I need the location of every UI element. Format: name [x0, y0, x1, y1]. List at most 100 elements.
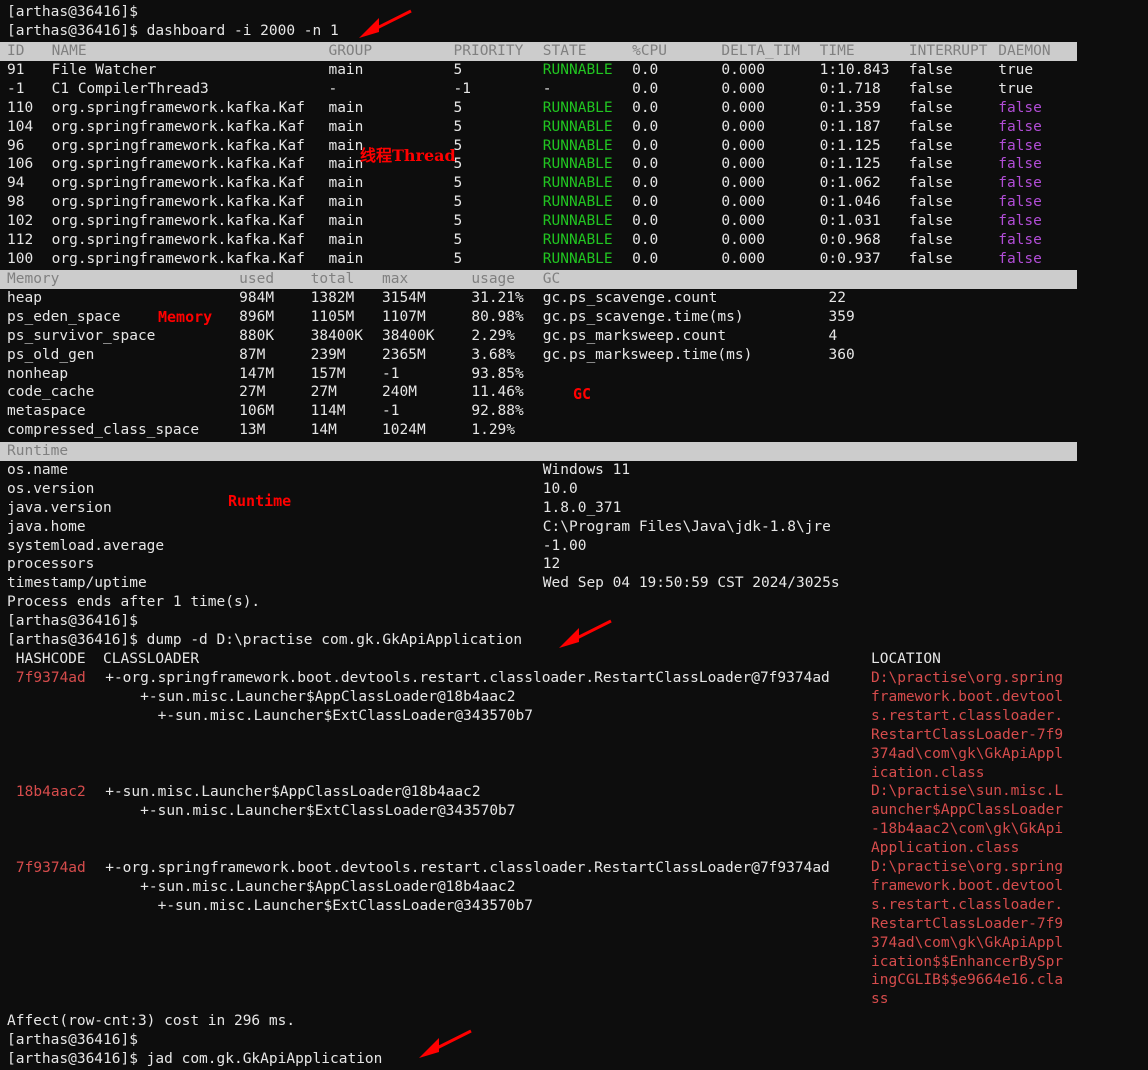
dump-location-line: D:\practise\org.spring	[871, 670, 1064, 686]
memory-col-usage: usage	[471, 271, 516, 287]
thread-delta-time: 0.000	[721, 194, 766, 211]
command-jad[interactable]: [arthas@36416]$ jad com.gk.GkApiApplicat…	[7, 1050, 382, 1069]
thread-interrupt: false	[908, 118, 953, 135]
prompt-line-after-dashboard[interactable]: [arthas@36416]$	[7, 612, 138, 631]
memory-usage: 93.85%	[471, 365, 524, 382]
thread-daemon: false	[998, 118, 1042, 135]
thread-priority: 5	[453, 61, 463, 78]
thread-daemon: false	[998, 250, 1042, 267]
thread-priority: 5	[453, 194, 463, 211]
dump-tree-line: +-sun.misc.Launcher$ExtClassLoader@34357…	[105, 707, 533, 724]
memory-total: 14M	[310, 422, 337, 439]
dump-tree-line: +-sun.misc.Launcher$ExtClassLoader@34357…	[105, 802, 516, 819]
memory-name: ps_old_gen	[7, 346, 95, 363]
dump-location-line: s.restart.classloader.	[871, 896, 1064, 913]
command-text: [arthas@36416]$ dump -d D:\practise com.…	[7, 632, 523, 648]
memory-used: 87M	[239, 346, 266, 363]
thread-cpu: 0.0	[632, 156, 659, 173]
thread-daemon: false	[998, 99, 1042, 116]
memory-total: 114M	[310, 403, 346, 420]
thread-daemon: false	[998, 156, 1042, 173]
runtime-key: os.name	[7, 461, 69, 478]
annotation-label: GC	[573, 385, 592, 403]
thread-delta-time: 0.000	[721, 213, 766, 230]
thread-table-header-bar: ID NAME GROUP PRIORITY STATE %CPU DELTA_TIM TIM…	[0, 42, 1077, 61]
memory-max: -1	[382, 365, 400, 382]
terminal-window[interactable]: [arthas@36416]$ [arthas@36416]$ dashboard…	[0, 0, 1148, 1070]
thread-state: RUNNABLE	[542, 118, 613, 135]
runtime-header-bar-text: Runtime	[7, 443, 69, 459]
thread-id: 104	[7, 118, 34, 135]
dump-location-line: ingCGLIB$$e9664e16.cla	[871, 972, 1064, 989]
process-end-line: Process ends after 1 time(s).	[7, 593, 260, 612]
memory-used: 147M	[239, 365, 275, 382]
dump-location-line: ication.class	[871, 764, 985, 781]
memory-usage: 2.29%	[471, 327, 516, 344]
runtime-key: systemload.average	[7, 537, 165, 554]
memory-name: ps_eden_space	[7, 308, 121, 325]
thread-group: main	[328, 194, 364, 211]
thread-id: 102	[7, 213, 34, 230]
thread-group: main	[328, 175, 364, 192]
dump-tree-line: +-sun.misc.Launcher$AppClassLoader@18b4a…	[105, 688, 516, 705]
memory-usage: 1.29%	[471, 422, 516, 439]
annotation-arrow	[419, 1029, 472, 1058]
thread-col-name: NAME	[51, 43, 87, 59]
runtime-key: processors	[7, 556, 95, 573]
thread-state: RUNNABLE	[542, 232, 613, 248]
annotation-label: Runtime	[228, 492, 292, 510]
thread-time: 0:1.187	[819, 118, 881, 135]
memory-usage: 3.68%	[471, 346, 516, 363]
thread-time: 1:10.843	[819, 61, 890, 78]
thread-time: 0:1.718	[819, 80, 881, 97]
prompt-line-initial[interactable]: [arthas@36416]$	[7, 3, 138, 22]
thread-cpu: 0.0	[632, 137, 659, 154]
command-dashboard[interactable]: [arthas@36416]$ dashboard -i 2000 -n 1	[7, 22, 339, 41]
thread-group: main	[328, 156, 364, 173]
dump-hashcode: 7f9374ad	[15, 670, 86, 686]
thread-cpu: 0.0	[632, 80, 659, 97]
memory-max: 3154M	[382, 289, 426, 306]
thread-interrupt: false	[908, 80, 953, 97]
memory-usage: 92.88%	[471, 403, 524, 420]
thread-interrupt: false	[908, 99, 953, 116]
command-dump[interactable]: [arthas@36416]$ dump -d D:\practise com.…	[7, 631, 522, 650]
dump-tree-line: +-sun.misc.Launcher$ExtClassLoader@34357…	[105, 897, 533, 914]
dump-location-line: framework.boot.devtool	[871, 688, 1064, 705]
memory-usage: 80.98%	[471, 308, 524, 325]
dump-hashcode: 18b4aac2	[15, 784, 86, 800]
dump-location-line: auncher$AppClassLoader	[871, 802, 1064, 819]
thread-id: 100	[7, 250, 34, 267]
gc-key: gc.ps_marksweep.count	[542, 327, 727, 344]
thread-id: 96	[7, 137, 25, 154]
thread-id: 98	[7, 194, 25, 211]
thread-delta-time: 0.000	[721, 232, 766, 248]
thread-state: RUNNABLE	[542, 194, 613, 211]
thread-group: main	[328, 61, 364, 78]
memory-used: 27M	[239, 384, 266, 401]
dump-location-line: Application.class	[871, 840, 1020, 857]
thread-group: main	[328, 99, 364, 116]
dump-location-line: D:\practise\org.spring	[871, 859, 1064, 875]
memory-col-total: total	[310, 271, 355, 287]
process-end-text: Process ends after 1 time(s).	[7, 594, 261, 611]
runtime-header-bar: Runtime	[0, 442, 1077, 461]
thread-daemon: false	[998, 213, 1042, 230]
thread-delta-time: 0.000	[721, 250, 766, 267]
thread-name: C1 CompilerThread3	[51, 80, 209, 97]
runtime-value: Windows 11	[542, 461, 631, 478]
thread-state: RUNNABLE	[542, 137, 613, 154]
runtime-key: java.version	[7, 499, 112, 516]
thread-name: org.springframework.kafka.Kaf	[51, 194, 305, 211]
memory-name: compressed_class_space	[7, 422, 200, 439]
thread-name: org.springframework.kafka.Kaf	[51, 156, 305, 173]
thread-state: RUNNABLE	[542, 175, 613, 192]
memory-used: 106M	[239, 403, 275, 420]
prompt-line-after-dump[interactable]: [arthas@36416]$	[7, 1031, 138, 1050]
gc-value: 360	[828, 346, 855, 363]
thread-name: org.springframework.kafka.Kaf	[51, 118, 305, 135]
thread-delta-time: 0.000	[721, 61, 766, 78]
dump-tree-line: +-org.springframework.boot.devtools.rest…	[105, 670, 830, 686]
runtime-value: 12	[542, 556, 561, 573]
prompt-text: [arthas@36416]$	[7, 1031, 138, 1048]
